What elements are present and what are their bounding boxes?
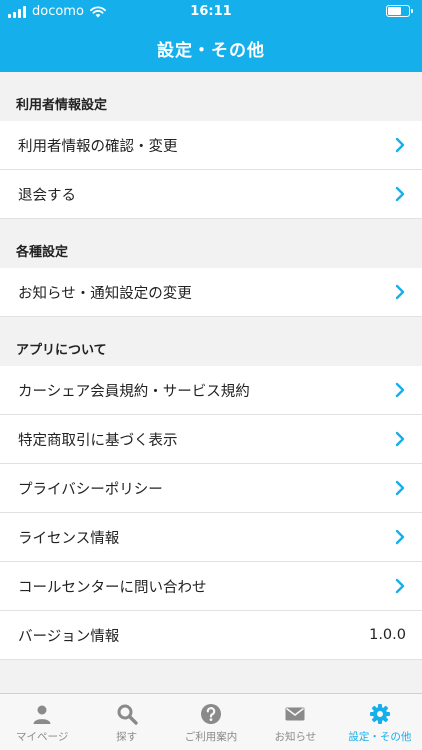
list-item[interactable]: プライバシーポリシー bbox=[0, 464, 422, 513]
list-item[interactable]: 退会する bbox=[0, 170, 422, 219]
gear-icon bbox=[369, 704, 390, 724]
list-item-label: お知らせ・通知設定の変更 bbox=[18, 285, 192, 302]
page-title: 設定・その他 bbox=[157, 41, 265, 61]
tab-person[interactable]: マイページ bbox=[0, 694, 84, 750]
list-item[interactable]: コールセンターに問い合わせ bbox=[0, 562, 422, 611]
tab-envelope[interactable]: お知らせ bbox=[253, 694, 337, 750]
battery-icon bbox=[386, 5, 413, 17]
person-icon bbox=[33, 705, 51, 724]
tab-gear[interactable]: 設定・その他 bbox=[338, 694, 422, 750]
list-item-label: 退会する bbox=[18, 187, 76, 204]
list-item[interactable]: カーシェア会員規約・サービス規約 bbox=[0, 366, 422, 415]
settings-list: 利用者情報設定利用者情報の確認・変更 退会する各種設定お知らせ・通知設定の変更 アプ… bbox=[0, 72, 422, 693]
chevron-right-icon bbox=[395, 578, 405, 594]
chevron-right-icon bbox=[395, 529, 405, 545]
section-header: アプリについて bbox=[16, 343, 107, 358]
list-item-label: カーシェア会員規約・サービス規約 bbox=[18, 383, 250, 400]
list-item[interactable]: ライセンス情報 bbox=[0, 513, 422, 562]
section-header: 利用者情報設定 bbox=[16, 98, 108, 113]
chevron-right-icon bbox=[395, 284, 405, 300]
tab-label: 設定・その他 bbox=[348, 731, 412, 743]
tab-bar: マイページ 探す ご利用案内 お知らせ 設定・その他 bbox=[0, 693, 422, 750]
section-header: 各種設定 bbox=[16, 245, 69, 260]
question-circle-icon bbox=[201, 704, 222, 724]
tab-label: マイページ bbox=[16, 731, 69, 743]
list-item[interactable]: お知らせ・通知設定の変更 bbox=[0, 268, 422, 317]
chevron-right-icon bbox=[395, 480, 405, 496]
battery-fill bbox=[388, 7, 402, 15]
list-item-label: コールセンターに問い合わせ bbox=[18, 579, 207, 596]
list-item[interactable]: 特定商取引に基づく表示 bbox=[0, 415, 422, 464]
navigation-bar: docomo 16:11 設定・その他 bbox=[0, 0, 422, 72]
chevron-right-icon bbox=[395, 137, 405, 153]
chevron-right-icon bbox=[395, 186, 405, 202]
tab-question-circle[interactable]: ご利用案内 bbox=[169, 694, 253, 750]
search-icon bbox=[117, 704, 138, 725]
tab-label: ご利用案内 bbox=[184, 731, 238, 743]
version-value: 1.0.0 bbox=[369, 627, 406, 643]
status-bar: docomo 16:11 bbox=[0, 0, 422, 24]
list-item-label: プライバシーポリシー bbox=[18, 481, 163, 498]
envelope-icon bbox=[285, 707, 305, 721]
list-item[interactable]: 利用者情報の確認・変更 bbox=[0, 121, 422, 170]
tab-label: 探す bbox=[116, 731, 138, 743]
status-time: 16:11 bbox=[190, 4, 232, 19]
chevron-right-icon bbox=[395, 382, 405, 398]
chevron-right-icon bbox=[395, 431, 405, 447]
list-item-label: 利用者情報の確認・変更 bbox=[18, 138, 178, 155]
list-item-label: バージョン情報 bbox=[18, 628, 120, 645]
tab-label: お知らせ bbox=[274, 731, 317, 743]
tab-search[interactable]: 探す bbox=[84, 694, 168, 750]
list-item-label: 特定商取引に基づく表示 bbox=[18, 432, 178, 449]
list-item: バージョン情報 1.0.0 bbox=[0, 611, 422, 660]
list-item-label: ライセンス情報 bbox=[18, 530, 120, 547]
